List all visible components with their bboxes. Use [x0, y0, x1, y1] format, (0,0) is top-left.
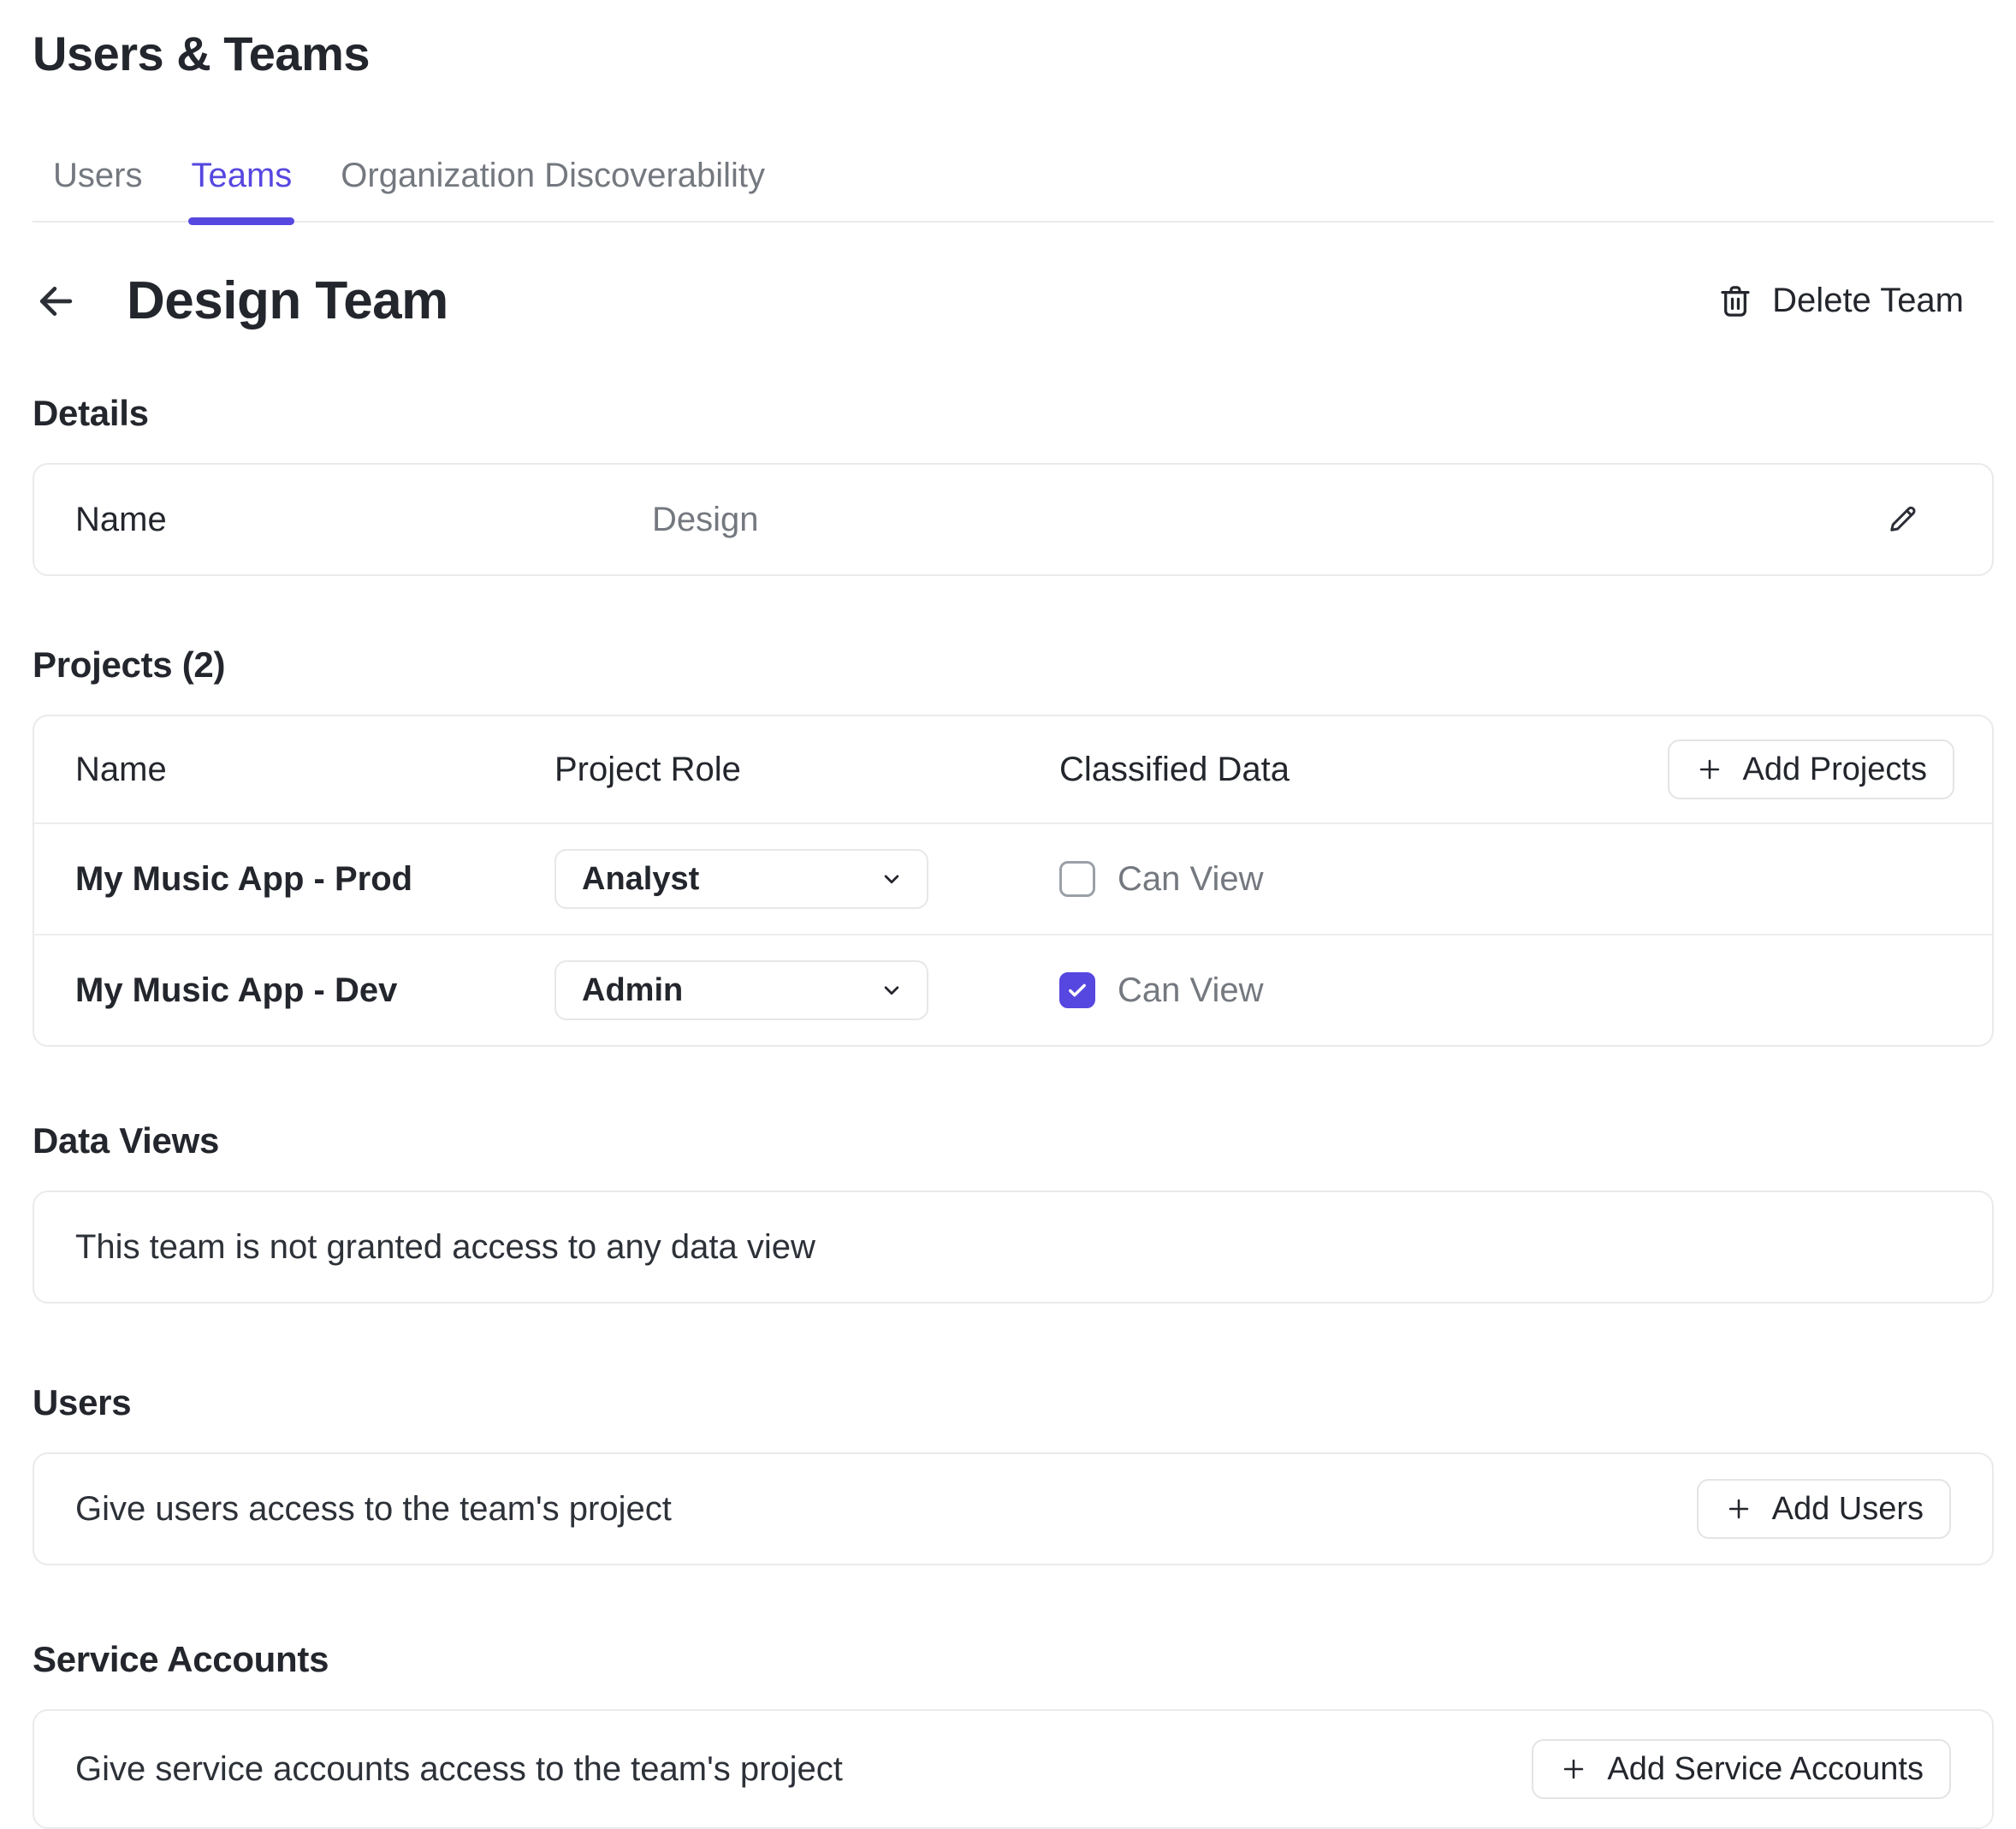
add-projects-button[interactable]: Add Projects [1668, 739, 1954, 799]
add-users-button[interactable]: Add Users [1697, 1479, 1951, 1539]
page-title: Users & Teams [33, 26, 1994, 81]
tab-teams[interactable]: Teams [191, 157, 292, 195]
projects-heading: Projects (2) [33, 644, 1994, 686]
users-teams-page: Users & Teams Users Teams Organization D… [0, 0, 2016, 1829]
col-header-classified-data: Classified Data [1059, 751, 1668, 789]
name-label: Name [75, 501, 652, 539]
users-description: Give users access to the team's project [75, 1490, 672, 1529]
tab-bar: Users Teams Organization Discoverability [33, 157, 1994, 223]
name-value: Design [652, 501, 759, 539]
table-row: My Music App - Dev Admin Can View [34, 934, 1992, 1045]
chevron-down-icon [879, 977, 904, 1003]
can-view-checkbox[interactable] [1059, 972, 1095, 1008]
project-name: My Music App - Prod [75, 860, 554, 899]
can-view-label: Can View [1118, 971, 1263, 1010]
tab-users[interactable]: Users [53, 157, 142, 195]
project-role-select[interactable]: Analyst [554, 849, 928, 909]
data-views-empty-message: This team is not granted access to any d… [75, 1228, 815, 1267]
classified-data-cell: Can View [1059, 971, 1954, 1010]
check-icon [1065, 978, 1089, 1002]
service-accounts-description: Give service accounts access to the team… [75, 1750, 843, 1789]
data-views-card: This team is not granted access to any d… [33, 1191, 1994, 1303]
team-header: Design Team Delete Team [33, 270, 1994, 331]
col-header-project-role: Project Role [554, 751, 1059, 789]
service-accounts-heading: Service Accounts [33, 1639, 1994, 1680]
can-view-label: Can View [1118, 860, 1263, 899]
data-views-heading: Data Views [33, 1120, 1994, 1161]
details-card: Name Design [33, 463, 1994, 576]
plus-icon [1559, 1755, 1588, 1784]
table-row: My Music App - Prod Analyst Can View [34, 822, 1992, 934]
tab-organization-discoverability[interactable]: Organization Discoverability [341, 157, 765, 195]
add-service-accounts-label: Add Service Accounts [1607, 1751, 1924, 1788]
projects-table-header: Name Project Role Classified Data Add Pr… [34, 716, 1992, 822]
add-projects-label: Add Projects [1743, 751, 1927, 788]
delete-team-label: Delete Team [1772, 282, 1964, 320]
service-accounts-card: Give service accounts access to the team… [33, 1709, 1994, 1829]
col-header-name: Name [75, 751, 554, 789]
users-heading: Users [33, 1382, 1994, 1423]
plus-icon [1724, 1494, 1753, 1523]
team-title: Design Team [127, 270, 448, 331]
details-name-row: Name Design [34, 465, 1992, 574]
classified-data-cell: Can View [1059, 860, 1954, 899]
add-users-label: Add Users [1772, 1491, 1924, 1528]
project-role-value: Admin [582, 972, 683, 1009]
delete-team-button[interactable]: Delete Team [1716, 282, 1964, 321]
edit-name-button[interactable] [1884, 502, 1920, 537]
pencil-icon [1884, 502, 1920, 537]
users-card: Give users access to the team's project … [33, 1452, 1994, 1565]
chevron-down-icon [879, 866, 904, 892]
arrow-left-icon [33, 278, 79, 324]
trash-icon [1716, 282, 1755, 321]
plus-icon [1695, 755, 1724, 784]
details-heading: Details [33, 393, 1994, 434]
projects-card: Name Project Role Classified Data Add Pr… [33, 715, 1994, 1047]
back-button[interactable] [33, 278, 79, 324]
add-service-accounts-button[interactable]: Add Service Accounts [1532, 1739, 1951, 1799]
can-view-checkbox[interactable] [1059, 861, 1095, 897]
project-name: My Music App - Dev [75, 971, 554, 1010]
project-role-value: Analyst [582, 861, 699, 898]
project-role-select[interactable]: Admin [554, 960, 928, 1020]
